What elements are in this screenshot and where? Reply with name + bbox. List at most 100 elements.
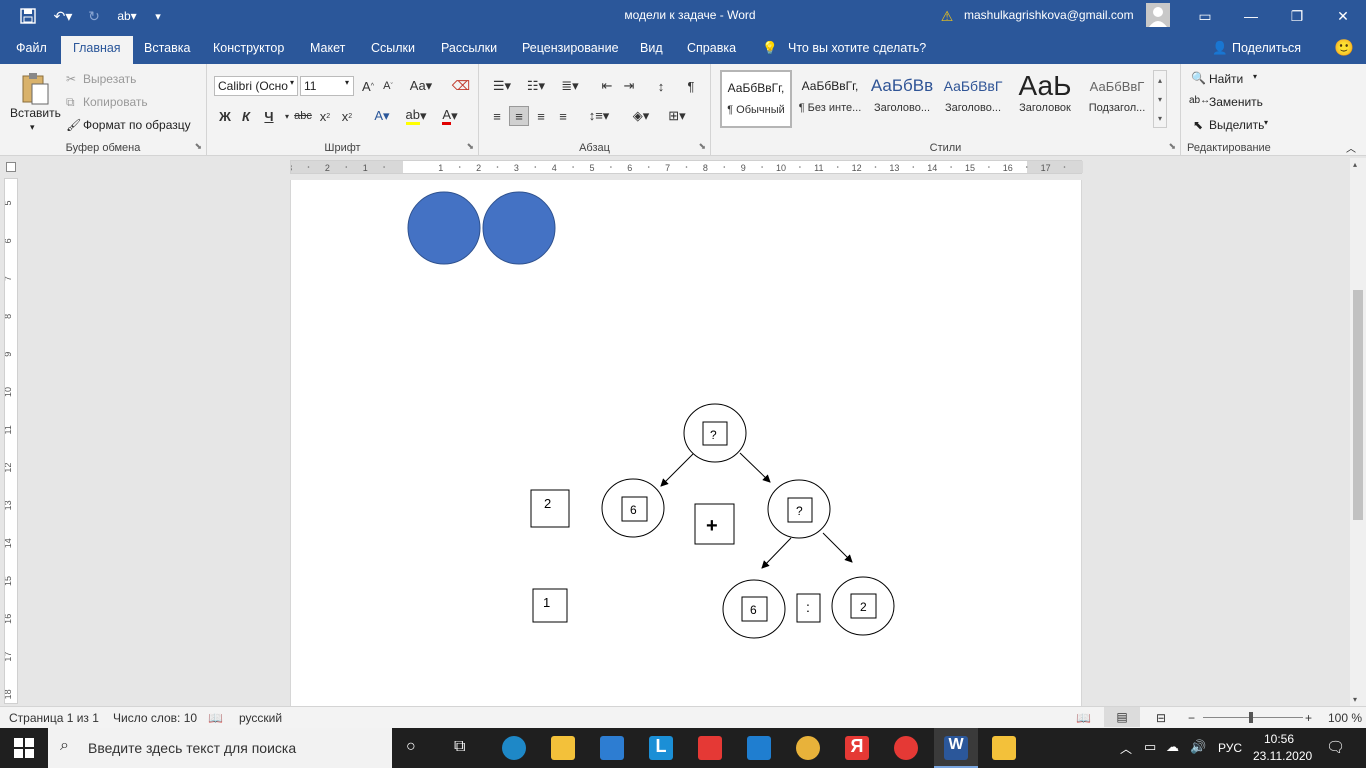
read-mode-icon[interactable]: 📖 <box>1076 711 1091 725</box>
mail-icon[interactable] <box>747 736 771 760</box>
battery-icon[interactable]: ▭ <box>1144 739 1156 755</box>
copy-button[interactable]: Копировать <box>83 95 148 109</box>
paste-button[interactable]: Вставить <box>10 106 61 120</box>
borders-icon[interactable]: ⊞▾ <box>663 106 691 126</box>
volume-icon[interactable]: 🔊 <box>1190 739 1206 755</box>
spelling-icon[interactable]: ab▾ <box>112 6 142 26</box>
customize-qat-icon[interactable]: ▾ <box>150 6 166 26</box>
decrease-indent-icon[interactable]: ⇤ <box>597 76 617 96</box>
account-email[interactable]: mashulkagrishkova@gmail.com <box>964 8 1134 22</box>
style-title[interactable]: АаЬ Заголовок <box>1009 70 1081 128</box>
bold-button[interactable]: Ж <box>215 106 235 126</box>
clipboard-launcher-icon[interactable]: ⬊ <box>194 141 202 152</box>
redo-icon[interactable]: ↻ <box>84 6 104 26</box>
blue-circle[interactable] <box>482 191 556 265</box>
word-taskbar-button[interactable]: W <box>934 728 978 768</box>
zoom-slider-thumb[interactable] <box>1249 712 1253 723</box>
word-count[interactable]: Число слов: 10 <box>113 711 197 725</box>
highlight-color-icon[interactable]: ab ▾ <box>401 106 431 126</box>
show-marks-icon[interactable]: ¶ <box>681 76 701 96</box>
clock-time[interactable]: 10:56 <box>1264 732 1294 746</box>
zoom-slider[interactable] <box>1203 717 1303 718</box>
styles-scroll-icon[interactable]: ▴ ▾ ▾ <box>1153 70 1167 128</box>
task-view-icon[interactable]: ⧉ <box>454 738 465 756</box>
page-count[interactable]: Страница 1 из 1 <box>9 711 99 725</box>
tab-mailings[interactable]: Рассылки <box>441 41 497 55</box>
restore-icon[interactable]: ❐ <box>1274 4 1320 28</box>
store-icon[interactable] <box>600 736 624 760</box>
strikethrough-button[interactable]: abc <box>291 106 315 126</box>
align-left-icon[interactable]: ≡ <box>487 106 507 126</box>
font-name-dropdown-icon[interactable]: ▾ <box>290 78 294 87</box>
collapse-ribbon-icon[interactable]: ︿ <box>1346 140 1356 155</box>
zoom-out-icon[interactable]: − <box>1188 711 1195 725</box>
clear-formatting-icon[interactable]: ⌫ <box>451 76 471 96</box>
font-color-icon[interactable]: A ▾ <box>435 106 465 126</box>
yandex-browser-icon[interactable] <box>894 736 918 760</box>
bullets-icon[interactable]: ☰▾ <box>489 76 515 96</box>
tell-me-search[interactable]: Что вы хотите сделать? <box>788 41 926 55</box>
language-indicator[interactable]: русский <box>239 711 282 725</box>
keys-icon[interactable] <box>796 736 820 760</box>
onedrive-icon[interactable]: ☁ <box>1166 739 1179 755</box>
multilevel-list-icon[interactable]: ≣▾ <box>557 76 583 96</box>
tab-layout[interactable]: Макет <box>310 41 345 55</box>
select-button[interactable]: Выделить <box>1209 118 1264 132</box>
avatar[interactable] <box>1146 3 1170 27</box>
clock-date[interactable]: 23.11.2020 <box>1253 749 1312 763</box>
tab-selector-icon[interactable] <box>6 162 16 172</box>
share-button[interactable]: Поделиться <box>1232 41 1301 55</box>
superscript-icon[interactable]: x2 <box>337 106 357 126</box>
find-dropdown-icon[interactable]: ▾ <box>1253 72 1257 81</box>
replace-button[interactable]: Заменить <box>1209 95 1263 109</box>
vertical-scrollbar[interactable]: ▴ ▾ <box>1350 158 1366 706</box>
shading-icon[interactable]: ◈▾ <box>627 106 655 126</box>
align-right-icon[interactable]: ≡ <box>531 106 551 126</box>
smiley-icon[interactable]: 🙂 <box>1334 38 1354 58</box>
scroll-thumb[interactable] <box>1353 290 1363 520</box>
increase-indent-icon[interactable]: ⇥ <box>619 76 639 96</box>
minimize-icon[interactable]: — <box>1228 4 1274 28</box>
print-layout-icon[interactable]: ▤ <box>1104 707 1140 727</box>
cut-button[interactable]: Вырезать <box>83 72 136 86</box>
close-icon[interactable]: ✕ <box>1320 4 1366 28</box>
tab-help[interactable]: Справка <box>687 41 736 55</box>
style-heading1[interactable]: АаБбВв Заголово... <box>866 70 938 128</box>
vertical-ruler[interactable]: 5 6 7 8 9 10 11 12 13 14 15 16 17 18 <box>3 178 18 704</box>
tab-references[interactable]: Ссылки <box>371 41 415 55</box>
text-effects-icon[interactable]: A▾ <box>369 106 395 126</box>
line-spacing-icon[interactable]: ↕≡▾ <box>585 106 613 126</box>
cortana-icon[interactable]: ○ <box>406 738 416 756</box>
tab-file[interactable]: Файл <box>16 41 47 55</box>
zoom-level[interactable]: 100 % <box>1328 711 1362 725</box>
grow-font-icon[interactable]: A ^ <box>358 76 378 96</box>
undo-icon[interactable]: ↶▾ <box>50 6 76 26</box>
font-launcher-icon[interactable]: ⬊ <box>466 141 474 152</box>
paste-dropdown-icon[interactable]: ▾ <box>30 122 35 133</box>
scroll-up-icon[interactable]: ▴ <box>1353 160 1357 169</box>
file-explorer-icon[interactable] <box>551 736 575 760</box>
tab-view[interactable]: Вид <box>640 41 663 55</box>
scroll-down-icon[interactable]: ▾ <box>1353 695 1357 704</box>
save-icon[interactable] <box>18 6 38 26</box>
web-layout-icon[interactable]: ⊟ <box>1156 711 1166 725</box>
find-button[interactable]: Найти <box>1209 72 1243 86</box>
folder-icon[interactable] <box>992 736 1016 760</box>
style-subtitle[interactable]: АаБбВвГ Подзагол... <box>1081 70 1153 128</box>
horizontal-ruler[interactable]: 3211234567891011121314151617 <box>290 160 1083 174</box>
language-tray[interactable]: РУС <box>1218 741 1242 755</box>
font-size-dropdown-icon[interactable]: ▾ <box>345 78 349 87</box>
yandex-icon[interactable]: Я <box>845 736 869 760</box>
blue-circle[interactable] <box>407 191 481 265</box>
ribbon-display-icon[interactable]: ▭ <box>1182 4 1228 28</box>
style-heading2[interactable]: АаБбВвГ Заголово... <box>937 70 1009 128</box>
document-page[interactable]: 2 1 + : ? 6 ? 6 2 <box>290 180 1082 708</box>
subscript-icon[interactable]: x2 <box>315 106 335 126</box>
notifications-icon[interactable]: 🗨 <box>1326 738 1345 756</box>
edge-icon[interactable] <box>502 736 526 760</box>
align-center-icon[interactable]: ≡ <box>509 106 529 126</box>
zoom-in-icon[interactable]: + <box>1305 711 1312 725</box>
taskbar-search[interactable]: ⌕ Введите здесь текст для поиска <box>48 728 392 768</box>
underline-button[interactable]: Ч <box>259 106 279 126</box>
paste-icon[interactable] <box>20 70 50 106</box>
